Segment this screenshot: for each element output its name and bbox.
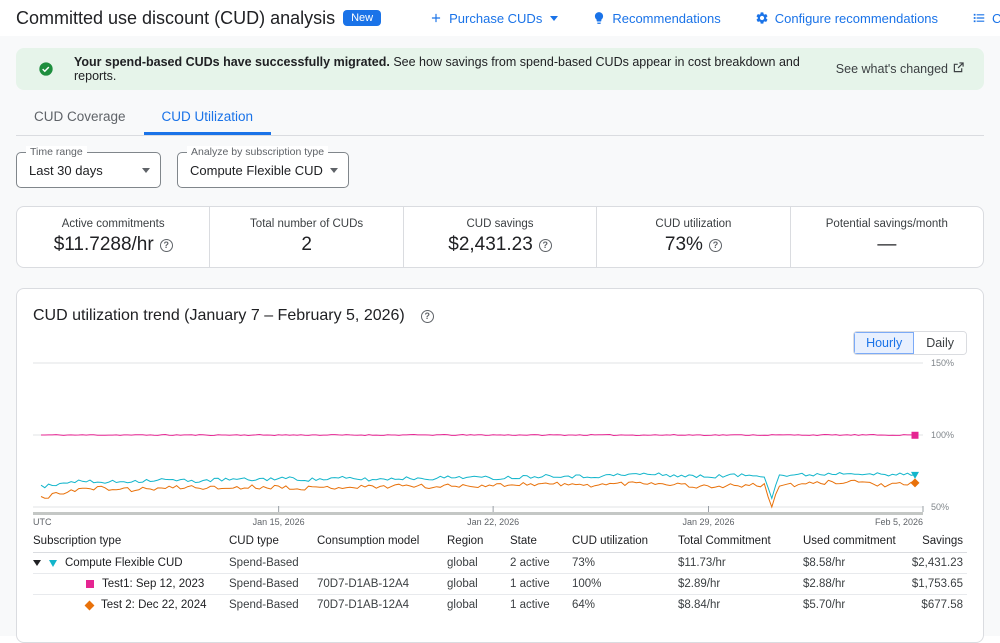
stat-active-commitments: Active commitments $11.7288/hr? (17, 207, 210, 267)
gear-icon (755, 11, 769, 25)
recommendations-button[interactable]: Recommendations (592, 11, 720, 26)
filter-bar: Time range Last 30 days Analyze by subsc… (16, 152, 984, 188)
svg-text:Feb 5, 2026: Feb 5, 2026 (875, 517, 923, 527)
header-actions: Purchase CUDs Recommendations Configure … (429, 11, 1000, 26)
chevron-down-icon (330, 168, 338, 173)
subscription-name: Test 2: Dec 22, 2024 (101, 599, 206, 611)
time-range-select[interactable]: Time range Last 30 days (16, 152, 161, 188)
chevron-down-icon (550, 16, 558, 21)
help-icon[interactable]: ? (709, 239, 722, 252)
new-badge: New (343, 10, 381, 26)
page-title: Committed use discount (CUD) analysis (16, 8, 335, 29)
purchase-cuds-button[interactable]: Purchase CUDs (429, 11, 558, 26)
toggle-daily[interactable]: Daily (914, 332, 966, 354)
plus-icon (429, 11, 443, 25)
svg-text:50%: 50% (931, 502, 949, 512)
subscription-name: Test1: Sep 12, 2023 (102, 578, 204, 590)
stat-potential-savings: Potential savings/month — (791, 207, 983, 267)
list-icon (972, 11, 986, 25)
svg-text:UTC: UTC (33, 517, 52, 527)
external-link-icon (953, 62, 964, 76)
series-diamond-marker (85, 600, 95, 610)
check-circle-icon (38, 61, 54, 77)
tab-bar: CUD Coverage CUD Utilization (16, 100, 984, 136)
stat-cud-utilization: CUD utilization 73%? (597, 207, 790, 267)
table-row[interactable]: Test1: Sep 12, 2023Spend-Based70D7-D1AB-… (33, 574, 967, 595)
series-square-marker (86, 580, 94, 588)
subscription-type-select[interactable]: Analyze by subscription type Compute Fle… (177, 152, 349, 188)
page-body: Your spend-based CUDs have successfully … (0, 36, 1000, 636)
series-triangle-marker (49, 560, 57, 567)
tab-cud-utilization[interactable]: CUD Utilization (144, 100, 272, 135)
configure-recommendations-button[interactable]: Configure recommendations (755, 11, 938, 26)
subscription-name: Compute Flexible CUD (65, 557, 183, 569)
see-whats-changed-link[interactable]: See what's changed (836, 62, 964, 76)
summary-stats-card: Active commitments $11.7288/hr? Total nu… (16, 206, 984, 268)
table-row[interactable]: Test 2: Dec 22, 2024Spend-Based70D7-D1AB… (33, 595, 967, 616)
app-header: Committed use discount (CUD) analysis Ne… (0, 0, 1000, 36)
help-icon[interactable]: ? (160, 239, 173, 252)
chevron-down-icon (142, 168, 150, 173)
chart-title: CUD utilization trend (January 7 – Febru… (33, 307, 405, 325)
svg-text:Jan 15, 2026: Jan 15, 2026 (253, 517, 305, 527)
help-icon[interactable]: ? (421, 310, 434, 323)
tab-cud-coverage[interactable]: CUD Coverage (16, 100, 144, 135)
granularity-toggle: Hourly Daily (853, 331, 967, 355)
cud-list-button[interactable]: CUD list (972, 11, 1000, 26)
svg-text:Jan 22, 2026: Jan 22, 2026 (467, 517, 519, 527)
migration-banner: Your spend-based CUDs have successfully … (16, 48, 984, 90)
help-icon[interactable]: ? (539, 239, 552, 252)
svg-text:150%: 150% (931, 358, 954, 368)
utilization-trend-card: CUD utilization trend (January 7 – Febru… (16, 288, 984, 643)
stat-total-cuds: Total number of CUDs 2 (210, 207, 403, 267)
svg-text:100%: 100% (931, 430, 954, 440)
banner-message: Your spend-based CUDs have successfully … (74, 55, 836, 83)
table-header-row: Subscription type CUD type Consumption m… (33, 531, 967, 553)
svg-text:Jan 29, 2026: Jan 29, 2026 (682, 517, 734, 527)
stat-cud-savings: CUD savings $2,431.23? (404, 207, 597, 267)
cud-table: Subscription type CUD type Consumption m… (33, 531, 967, 615)
table-row[interactable]: Compute Flexible CUDSpend-Basedglobal2 a… (33, 553, 967, 574)
lightbulb-icon (592, 11, 606, 25)
expand-caret-icon[interactable] (33, 560, 41, 566)
utilization-chart[interactable]: 150% 100% 50% Jan 15, 2026 Jan 22, 2026 Jan 2… (33, 357, 967, 529)
toggle-hourly[interactable]: Hourly (854, 332, 914, 354)
